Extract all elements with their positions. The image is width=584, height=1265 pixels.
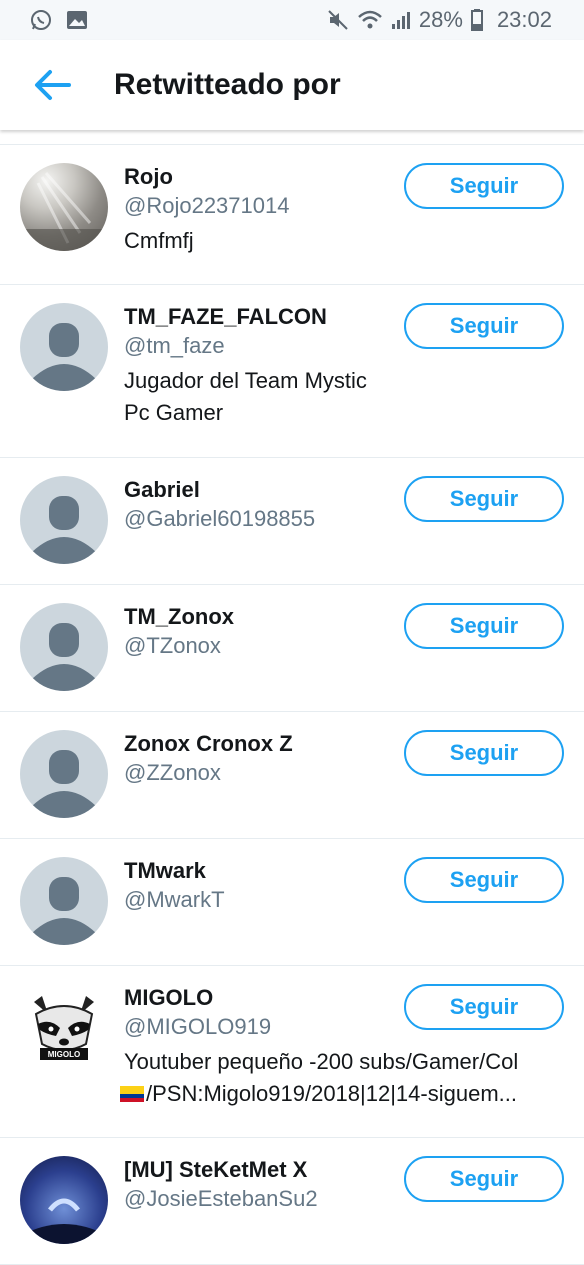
list-item[interactable]: TM_Zonox @TZonox Seguir bbox=[0, 585, 584, 712]
whatsapp-icon bbox=[30, 9, 52, 31]
default-avatar-icon[interactable] bbox=[20, 476, 108, 564]
list-item[interactable]: TMwark @MwarkT Seguir bbox=[0, 839, 584, 966]
user-bio: Cmfmfj bbox=[124, 228, 194, 253]
follow-button[interactable]: Seguir bbox=[404, 730, 564, 776]
gallery-icon bbox=[66, 10, 88, 30]
follow-button[interactable]: Seguir bbox=[404, 1156, 564, 1202]
avatar[interactable] bbox=[20, 1156, 108, 1244]
battery-icon bbox=[470, 9, 483, 31]
follow-button[interactable]: Seguir bbox=[404, 476, 564, 522]
list-item[interactable]: Zonox Cronox Z @ZZonox Seguir bbox=[0, 712, 584, 839]
user-bio: Youtuber pequeño -200 subs/Gamer/Col bbox=[124, 1049, 519, 1074]
battery-percent: 28% bbox=[418, 7, 463, 32]
list-item[interactable]: [MU] SteKetMet X @JosieEstebanSu2 Seguir bbox=[0, 1138, 584, 1265]
list-item[interactable]: Rojo @Rojo22371014 Cmfmfj Seguir bbox=[0, 145, 584, 285]
back-arrow-icon bbox=[35, 70, 71, 100]
default-avatar-icon[interactable] bbox=[20, 303, 108, 391]
default-avatar-icon[interactable] bbox=[20, 603, 108, 691]
page-title: Retwitteado por bbox=[114, 68, 341, 101]
follow-button[interactable]: Seguir bbox=[404, 984, 564, 1030]
colombia-flag-icon bbox=[120, 1086, 144, 1102]
wifi-icon bbox=[357, 9, 383, 31]
follow-button[interactable]: Seguir bbox=[404, 857, 564, 903]
user-bio-line2: Pc Gamer bbox=[124, 400, 224, 425]
list-item[interactable]: MIGOLO MIGOLO @MIGOLO919 Youtuber pequeñ… bbox=[0, 966, 584, 1138]
avatar[interactable] bbox=[20, 163, 108, 251]
follow-button[interactable]: Seguir bbox=[404, 303, 564, 349]
list-item[interactable]: Gabriel @Gabriel60198855 Seguir bbox=[0, 458, 584, 585]
user-bio-line2: /PSN:Migolo919/2018|12|14-siguem... bbox=[146, 1081, 517, 1106]
app-bar: Retwitteado por bbox=[0, 40, 584, 130]
default-avatar-icon[interactable] bbox=[20, 857, 108, 945]
retweeters-list: Rojo @Rojo22371014 Cmfmfj Seguir TM_FAZE… bbox=[0, 144, 584, 1265]
clock: 23:02 bbox=[496, 7, 552, 32]
mute-icon bbox=[327, 9, 349, 31]
follow-button[interactable]: Seguir bbox=[404, 603, 564, 649]
status-bar: 28% 23:02 bbox=[0, 0, 584, 40]
follow-button[interactable]: Seguir bbox=[404, 163, 564, 209]
list-item[interactable]: TM_FAZE_FALCON @tm_faze Jugador del Team… bbox=[0, 285, 584, 458]
default-avatar-icon[interactable] bbox=[20, 730, 108, 818]
avatar-logo-text: MIGOLO bbox=[48, 1050, 80, 1059]
signal-icon bbox=[391, 10, 411, 30]
back-button[interactable] bbox=[28, 61, 76, 109]
user-bio: Jugador del Team Mystic bbox=[124, 368, 367, 393]
raccoon-avatar[interactable]: MIGOLO bbox=[20, 984, 108, 1072]
